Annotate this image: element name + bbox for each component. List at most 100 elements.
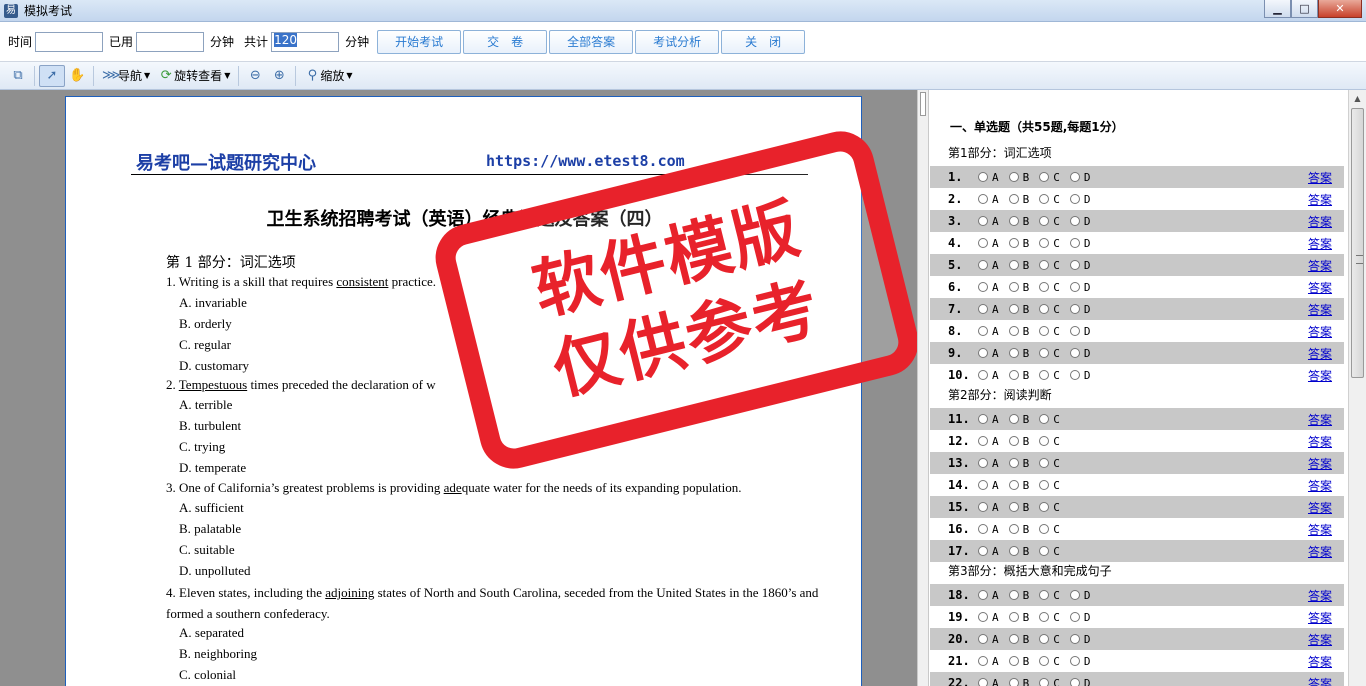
answer-link[interactable]: 答案 xyxy=(1308,499,1332,516)
option-radio-b[interactable] xyxy=(1008,502,1019,512)
option-radio-a[interactable] xyxy=(978,678,988,686)
close-window-button[interactable]: ✕ xyxy=(1318,0,1362,18)
answer-link[interactable]: 答案 xyxy=(1308,191,1332,208)
answer-link[interactable]: 答案 xyxy=(1308,169,1332,186)
option-radio-b[interactable] xyxy=(1008,216,1019,226)
option-radio-c[interactable] xyxy=(1039,348,1050,358)
option-radio-d[interactable] xyxy=(1069,216,1080,226)
answer-link[interactable]: 答案 xyxy=(1308,609,1332,626)
option-radio-d[interactable] xyxy=(1069,326,1080,336)
option-radio-b[interactable] xyxy=(1008,590,1019,600)
option-radio-b[interactable] xyxy=(1008,634,1019,644)
answer-link[interactable]: 答案 xyxy=(1308,455,1332,472)
option-radio-b[interactable] xyxy=(1008,194,1019,204)
scrollbar-thumb[interactable] xyxy=(1351,108,1364,378)
option-radio-d[interactable] xyxy=(1069,590,1080,600)
option-radio-c[interactable] xyxy=(1039,524,1050,534)
answer-link[interactable]: 答案 xyxy=(1308,345,1332,362)
option-radio-c[interactable] xyxy=(1039,370,1050,380)
answer-link[interactable]: 答案 xyxy=(1308,213,1332,230)
option-radio-c[interactable] xyxy=(1039,216,1050,226)
answer-link[interactable]: 答案 xyxy=(1308,367,1332,384)
option-radio-a[interactable] xyxy=(978,656,988,666)
option-radio-b[interactable] xyxy=(1008,546,1019,556)
zoom-in-button[interactable]: ⊕ xyxy=(267,65,291,87)
option-radio-a[interactable] xyxy=(978,436,988,446)
option-radio-a[interactable] xyxy=(978,194,988,204)
splitter-handle[interactable] xyxy=(920,92,926,116)
option-radio-b[interactable] xyxy=(1008,524,1019,534)
option-radio-a[interactable] xyxy=(978,172,988,182)
answer-link[interactable]: 答案 xyxy=(1308,301,1332,318)
option-radio-d[interactable] xyxy=(1069,634,1080,644)
option-radio-c[interactable] xyxy=(1039,546,1050,556)
option-radio-a[interactable] xyxy=(978,458,988,468)
option-radio-a[interactable] xyxy=(978,238,988,248)
answer-link[interactable]: 答案 xyxy=(1308,279,1332,296)
option-radio-a[interactable] xyxy=(978,590,988,600)
option-radio-c[interactable] xyxy=(1039,304,1050,314)
option-radio-c[interactable] xyxy=(1039,678,1050,686)
option-radio-b[interactable] xyxy=(1008,480,1019,490)
option-radio-a[interactable] xyxy=(978,282,988,292)
option-radio-d[interactable] xyxy=(1069,612,1080,622)
option-radio-b[interactable] xyxy=(1008,458,1019,468)
option-radio-a[interactable] xyxy=(978,480,988,490)
answer-link[interactable]: 答案 xyxy=(1308,675,1332,686)
export-button[interactable]: ⧉ xyxy=(6,65,30,87)
submit-exam-button[interactable]: 交 卷 xyxy=(463,29,548,54)
option-radio-c[interactable] xyxy=(1039,612,1050,622)
start-exam-button[interactable]: 开始考试 xyxy=(377,29,462,54)
option-radio-d[interactable] xyxy=(1069,678,1080,686)
option-radio-a[interactable] xyxy=(978,502,988,512)
option-radio-c[interactable] xyxy=(1039,590,1050,600)
scroll-up-arrow-icon[interactable]: ▲ xyxy=(1349,90,1366,107)
answer-link[interactable]: 答案 xyxy=(1308,323,1332,340)
option-radio-b[interactable] xyxy=(1008,260,1019,270)
used-input[interactable] xyxy=(136,31,205,52)
option-radio-d[interactable] xyxy=(1069,304,1080,314)
maximize-button[interactable]: □ xyxy=(1291,0,1318,18)
option-radio-a[interactable] xyxy=(978,612,988,622)
close-exam-button[interactable]: 关 闭 xyxy=(721,29,806,54)
option-radio-d[interactable] xyxy=(1069,656,1080,666)
option-radio-a[interactable] xyxy=(978,348,988,358)
answer-link[interactable]: 答案 xyxy=(1308,631,1332,648)
option-radio-c[interactable] xyxy=(1039,634,1050,644)
all-answers-button[interactable]: 全部答案 xyxy=(549,29,634,54)
option-radio-c[interactable] xyxy=(1039,238,1050,248)
option-radio-a[interactable] xyxy=(978,634,988,644)
time-input[interactable] xyxy=(35,31,104,52)
option-radio-c[interactable] xyxy=(1039,458,1050,468)
option-radio-b[interactable] xyxy=(1008,612,1019,622)
answer-link[interactable]: 答案 xyxy=(1308,411,1332,428)
zoom-button[interactable]: ⚲ 缩放 ▼ xyxy=(300,65,356,87)
option-radio-b[interactable] xyxy=(1008,348,1019,358)
navigate-button[interactable]: ⋙ 导航 ▼ xyxy=(98,65,154,87)
hand-tool-button[interactable]: ✋ xyxy=(65,65,89,87)
answer-link[interactable]: 答案 xyxy=(1308,587,1332,604)
rotate-button[interactable]: ⟳ 旋转查看 ▼ xyxy=(154,65,234,87)
option-radio-c[interactable] xyxy=(1039,260,1050,270)
option-radio-b[interactable] xyxy=(1008,326,1019,336)
option-radio-d[interactable] xyxy=(1069,282,1080,292)
option-radio-d[interactable] xyxy=(1069,194,1080,204)
answer-link[interactable]: 答案 xyxy=(1308,543,1332,560)
option-radio-b[interactable] xyxy=(1008,414,1019,424)
answer-link[interactable]: 答案 xyxy=(1308,653,1332,670)
option-radio-a[interactable] xyxy=(978,304,988,314)
option-radio-c[interactable] xyxy=(1039,436,1050,446)
option-radio-a[interactable] xyxy=(978,216,988,226)
total-time-input[interactable]: 120 xyxy=(271,31,340,52)
answer-link[interactable]: 答案 xyxy=(1308,521,1332,538)
minimize-button[interactable]: ▁ xyxy=(1264,0,1291,18)
option-radio-b[interactable] xyxy=(1008,238,1019,248)
option-radio-c[interactable] xyxy=(1039,282,1050,292)
option-radio-a[interactable] xyxy=(978,260,988,270)
pane-splitter[interactable] xyxy=(917,90,929,686)
option-radio-b[interactable] xyxy=(1008,304,1019,314)
option-radio-c[interactable] xyxy=(1039,480,1050,490)
answer-link[interactable]: 答案 xyxy=(1308,433,1332,450)
option-radio-c[interactable] xyxy=(1039,656,1050,666)
option-radio-c[interactable] xyxy=(1039,326,1050,336)
